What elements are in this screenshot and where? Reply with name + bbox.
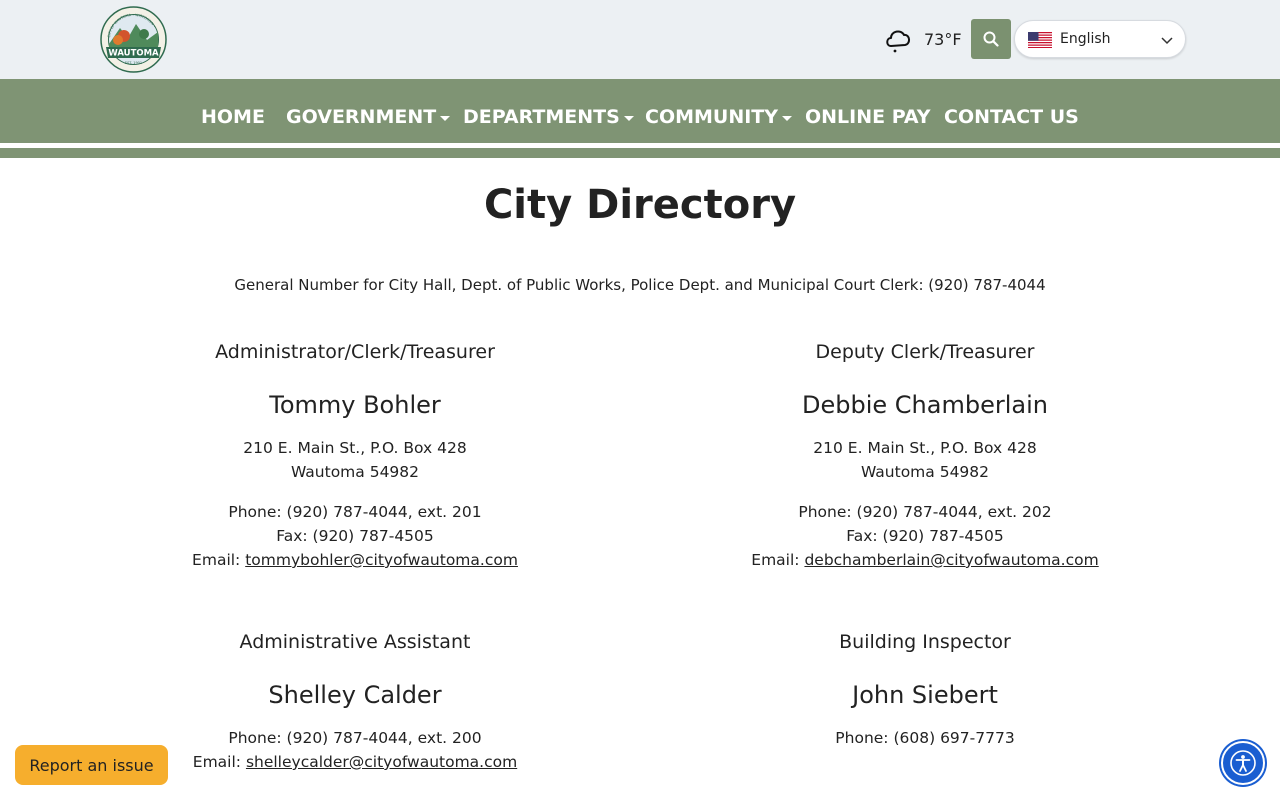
nav-departments[interactable]: DEPARTMENTS (463, 105, 634, 129)
contact-role: Building Inspector (839, 631, 1011, 653)
contact-phone: Phone: (920) 787-4044, ext. 200 (228, 729, 482, 747)
nav-government[interactable]: GOVERNMENT (286, 105, 451, 129)
contact-email-label: Email: (192, 753, 246, 771)
contact-name: John Siebert (852, 681, 998, 709)
caret-down-icon (440, 115, 451, 121)
report-issue-button[interactable]: Report an issue (15, 745, 168, 785)
cloud-drizzle-icon (886, 30, 910, 53)
city-logo[interactable]: WAUTOMA EST. 1901 CITY OF WAUTOMA • WISC… (100, 6, 167, 73)
nav-contact-us[interactable]: CONTACT US (944, 105, 1079, 129)
nav-home[interactable]: HOME (201, 105, 265, 129)
contact-email-link[interactable]: debchamberlain@cityofwautoma.com (804, 551, 1098, 569)
contact-email-label: Email: (751, 551, 805, 569)
contact-email-link[interactable]: tommybohler@cityofwautoma.com (245, 551, 518, 569)
svg-text:EST. 1901: EST. 1901 (125, 61, 142, 65)
caret-down-icon (623, 115, 634, 121)
contact-card: Administrative Assistant Shelley Calder … (135, 630, 575, 774)
weather-widget: 73°F (884, 24, 962, 54)
contact-role: Deputy Clerk/Treasurer (815, 341, 1035, 363)
us-flag-icon (1028, 32, 1052, 48)
contact-email-label: Email: (192, 551, 246, 569)
contact-email-row: Email: shelleycalder@cityofwautoma.com (135, 750, 575, 774)
caret-down-icon (782, 115, 793, 121)
contact-email-link[interactable]: shelleycalder@cityofwautoma.com (246, 753, 517, 771)
general-number: General Number for City Hall, Dept. of P… (234, 276, 1046, 294)
contact-card: Administrator/Clerk/Treasurer Tommy Bohl… (135, 340, 575, 572)
contact-address-line1: 210 E. Main St., P.O. Box 428 (243, 439, 467, 457)
nav-community-label: COMMUNITY (645, 106, 779, 128)
nav-contact-us-label: CONTACT US (944, 106, 1079, 128)
contact-role: Administrative Assistant (239, 631, 471, 653)
report-issue-label: Report an issue (29, 755, 154, 775)
language-selector[interactable]: English (1014, 20, 1186, 58)
contact-phone: Phone: (608) 697-7773 (835, 729, 1015, 747)
nav-divider (0, 148, 1280, 158)
contact-fax: Fax: (920) 787-4505 (276, 527, 434, 545)
temperature-value: 73°F (924, 29, 962, 49)
nav-community[interactable]: COMMUNITY (645, 105, 793, 129)
search-button[interactable] (971, 19, 1011, 59)
contact-fax: Fax: (920) 787-4505 (846, 527, 1004, 545)
contact-address-line2: Wautoma 54982 (290, 463, 420, 481)
nav-government-label: GOVERNMENT (286, 106, 437, 128)
svg-text:WAUTOMA: WAUTOMA (108, 49, 159, 59)
contact-phone: Phone: (920) 787-4044, ext. 201 (228, 503, 482, 521)
contact-phone: Phone: (920) 787-4044, ext. 202 (798, 503, 1052, 521)
nav-online-pay[interactable]: ONLINE PAY (805, 105, 931, 129)
contact-address-line2: Wautoma 54982 (860, 463, 990, 481)
main-navigation: HOME GOVERNMENT DEPARTMENTS COMMUNITY ON… (0, 79, 1280, 143)
nav-departments-label: DEPARTMENTS (463, 106, 620, 128)
contact-name: Debbie Chamberlain (802, 391, 1048, 419)
nav-online-pay-label: ONLINE PAY (805, 106, 931, 128)
accessibility-icon (1230, 750, 1256, 776)
page-title: City Directory (483, 182, 797, 228)
search-icon (983, 31, 999, 47)
chevron-down-icon (1161, 37, 1173, 45)
nav-home-label: HOME (201, 106, 265, 128)
contact-email-row: Email: tommybohler@cityofwautoma.com (135, 548, 575, 572)
contact-name: Tommy Bohler (269, 391, 441, 419)
contact-name: Shelley Calder (268, 681, 442, 709)
contact-email-row: Email: debchamberlain@cityofwautoma.com (705, 548, 1145, 572)
contact-address-line1: 210 E. Main St., P.O. Box 428 (813, 439, 1037, 457)
city-seal-icon: WAUTOMA EST. 1901 CITY OF WAUTOMA • WISC… (100, 6, 167, 73)
top-header: WAUTOMA EST. 1901 CITY OF WAUTOMA • WISC… (0, 0, 1280, 79)
contact-card: Building Inspector John Siebert Phone: (… (705, 630, 1145, 750)
contact-role: Administrator/Clerk/Treasurer (215, 341, 495, 363)
contact-card: Deputy Clerk/Treasurer Debbie Chamberlai… (705, 340, 1145, 572)
accessibility-button[interactable] (1221, 741, 1265, 785)
language-label: English (1060, 31, 1111, 47)
